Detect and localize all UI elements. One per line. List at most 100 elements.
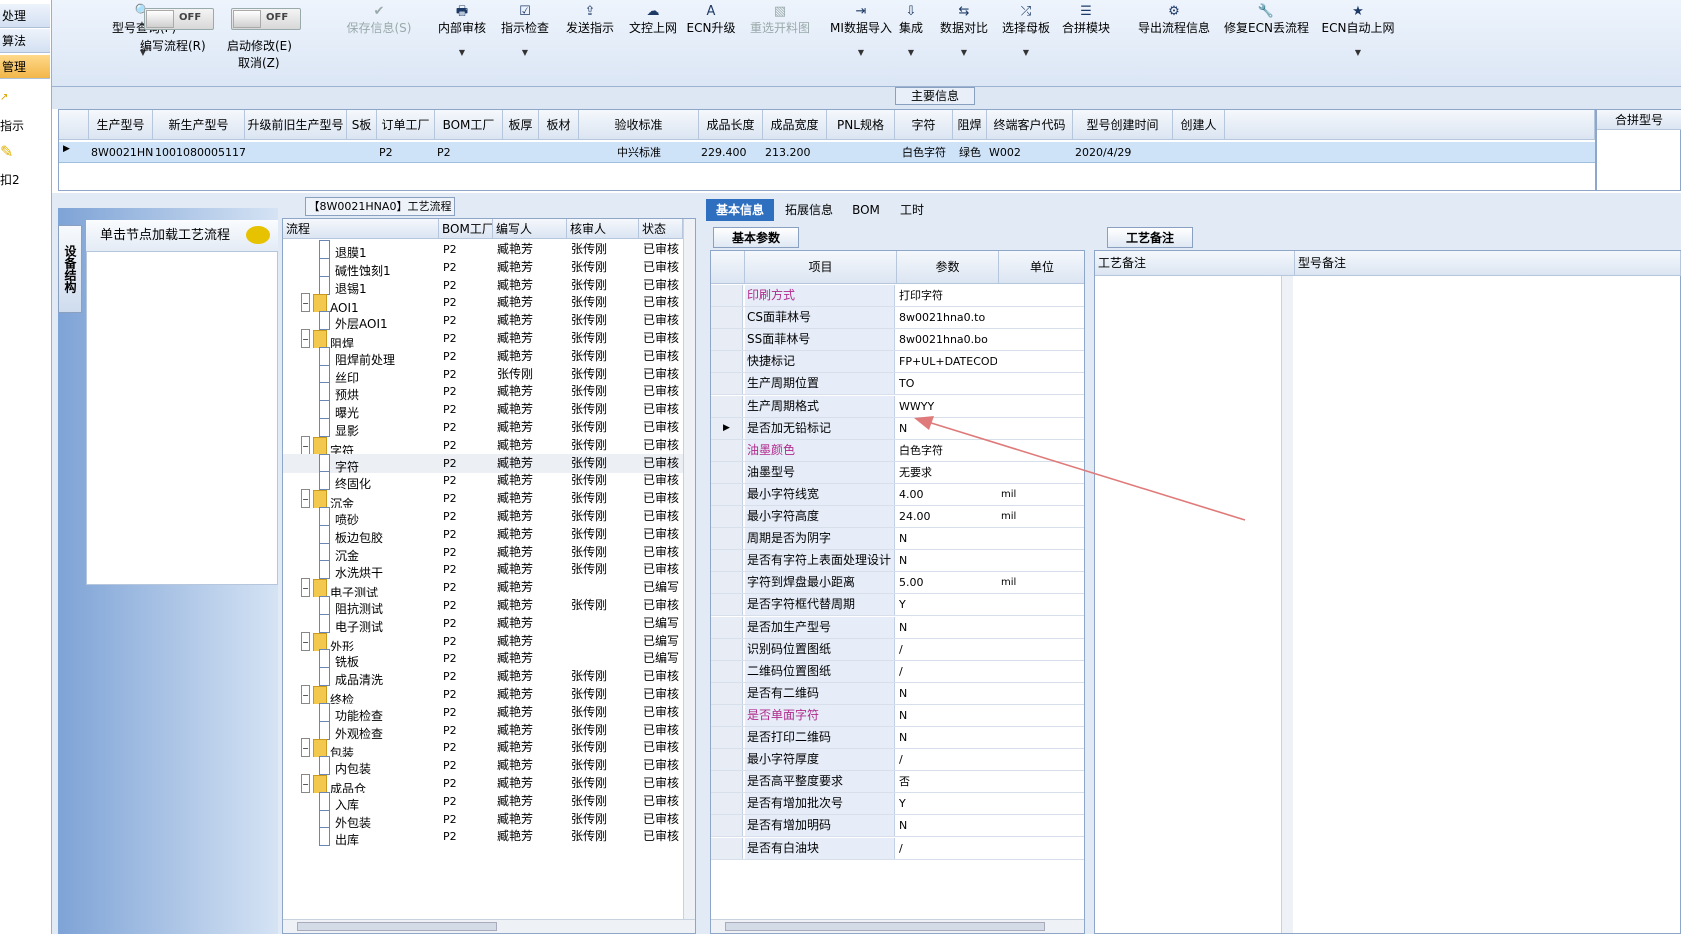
scroll-thumb[interactable] bbox=[297, 922, 497, 931]
flow-node-name[interactable]: 入库 bbox=[319, 791, 439, 811]
flow-row[interactable]: 外观检查 P2 臧艳芳 张传刚 已审核 bbox=[283, 720, 683, 740]
start-modify-label[interactable]: 启动修改(E) bbox=[227, 37, 292, 54]
param-value[interactable]: N bbox=[897, 705, 997, 726]
param-value[interactable]: / bbox=[897, 749, 997, 770]
main-cell[interactable]: 10010800051170 bbox=[153, 142, 245, 163]
flow-node-name[interactable]: 铣板 bbox=[319, 649, 439, 669]
params-scrollbar-h[interactable] bbox=[711, 919, 1084, 933]
main-cell[interactable] bbox=[347, 142, 377, 163]
param-row[interactable]: 是否单面字符 N bbox=[711, 704, 1084, 727]
param-value[interactable]: FP+UL+DATECODE bbox=[897, 351, 997, 372]
subtab-process-notes[interactable]: 工艺备注 bbox=[1107, 227, 1193, 248]
flow-node-name[interactable]: 沉金 bbox=[319, 542, 439, 562]
param-row[interactable]: 印刷方式 打印字符 bbox=[711, 285, 1084, 307]
collapse-icon[interactable]: − bbox=[301, 578, 310, 598]
flow-row[interactable]: 出库 P2 臧艳芳 张传刚 已审核 bbox=[283, 827, 683, 847]
flow-col-header[interactable]: 核审人 bbox=[567, 219, 639, 239]
flow-row[interactable]: 碱性蚀刻1 P2 臧艳芳 张传刚 已审核 bbox=[283, 257, 683, 277]
flow-row[interactable]: 功能检查 P2 臧艳芳 张传刚 已审核 bbox=[283, 702, 683, 722]
flow-row[interactable]: − 终检 P2 臧艳芳 张传刚 已审核 bbox=[283, 685, 683, 704]
main-cell[interactable]: 213.200 bbox=[763, 142, 827, 163]
main-cell[interactable]: 白色字符 bbox=[895, 142, 953, 163]
ecn-upgrade-button[interactable]: A ECN升级 bbox=[684, 4, 738, 36]
flow-row[interactable]: − AOI1 P2 臧艳芳 张传刚 已审核 bbox=[283, 293, 683, 313]
flow-row[interactable]: 曝光 P2 臧艳芳 张传刚 已审核 bbox=[283, 400, 683, 420]
param-value[interactable]: TO bbox=[897, 373, 997, 394]
flow-node-name[interactable]: 丝印 bbox=[319, 364, 439, 384]
flow-row[interactable]: 铣板 P2 臧艳芳 已编写 bbox=[283, 649, 683, 669]
data-compare-button[interactable]: ⇆ 数据对比 ▼ bbox=[934, 4, 994, 57]
main-cell[interactable]: 中兴标准 bbox=[579, 142, 699, 163]
flow-scrollbar-v[interactable] bbox=[683, 219, 695, 919]
flow-node-name[interactable]: 外层AOI1 bbox=[319, 311, 439, 331]
main-cell[interactable] bbox=[1173, 142, 1225, 163]
nav-link-instruction[interactable]: 指示 bbox=[0, 117, 50, 134]
flow-row[interactable]: − 外形 P2 臧艳芳 已编写 bbox=[283, 631, 683, 651]
ecn-auto-online-button[interactable]: ★ ECN自动上网 ▼ bbox=[1320, 4, 1396, 57]
flow-row[interactable]: 退锡1 P2 臧艳芳 张传刚 已审核 bbox=[283, 275, 683, 295]
mi-import-button[interactable]: ⇥ MI数据导入 ▼ bbox=[826, 4, 896, 57]
row-header[interactable] bbox=[711, 439, 743, 461]
flow-row[interactable]: 预烘 P2 臧艳芳 张传刚 已审核 bbox=[283, 382, 683, 402]
flow-row[interactable]: 板边包胶 P2 臧艳芳 张传刚 已审核 bbox=[283, 524, 683, 544]
notes-col-header[interactable]: 工艺备注 bbox=[1095, 251, 1295, 276]
edit-flow-toggle[interactable]: OFF bbox=[144, 8, 214, 30]
flow-row[interactable]: 丝印 P2 张传刚 张传刚 已审核 bbox=[283, 364, 683, 384]
param-row[interactable]: 是否有增加批次号 Y bbox=[711, 793, 1084, 816]
main-col-header[interactable]: 字符 bbox=[895, 110, 953, 140]
nav-link-2[interactable]: 扣2 bbox=[0, 171, 50, 188]
notes-col-header[interactable]: 型号备注 bbox=[1295, 251, 1681, 276]
row-header[interactable] bbox=[711, 528, 743, 550]
param-value[interactable]: Y bbox=[897, 594, 997, 615]
vertical-tab-equipment[interactable]: 设备结构 bbox=[58, 225, 82, 313]
flow-node-name[interactable]: − 终检 bbox=[301, 685, 421, 704]
row-header[interactable] bbox=[711, 373, 743, 395]
reselect-material-button[interactable]: ▧ 重选开料图 bbox=[742, 4, 818, 36]
flow-node-name[interactable]: 显影 bbox=[319, 418, 439, 437]
row-header[interactable] bbox=[711, 616, 743, 638]
main-col-header[interactable]: BOM工厂 bbox=[435, 110, 503, 140]
dropdown-arrow-icon[interactable]: ▼ bbox=[432, 48, 492, 57]
row-header[interactable] bbox=[711, 285, 743, 306]
param-row[interactable]: 是否高平整度要求否 bbox=[711, 771, 1084, 794]
flow-row[interactable]: 退膜1 P2 臧艳芳 张传刚 已审核 bbox=[283, 240, 683, 259]
flow-node-name[interactable]: − 包装 bbox=[301, 738, 421, 758]
param-row[interactable]: CS面菲林号 8w0021hna0.to bbox=[711, 307, 1084, 330]
flow-node-name[interactable]: 功能检查 bbox=[319, 702, 439, 722]
row-header[interactable] bbox=[711, 307, 743, 329]
flow-node-name[interactable]: 预烘 bbox=[319, 382, 439, 402]
dropdown-arrow-icon[interactable]: ▼ bbox=[934, 48, 994, 57]
select-motherboard-button[interactable]: ⤮ 选择母板 ▼ bbox=[996, 4, 1056, 57]
collapse-icon[interactable]: − bbox=[301, 774, 310, 793]
tab-extended-info[interactable]: 拓展信息 bbox=[776, 199, 842, 221]
flow-node-name[interactable]: 曝光 bbox=[319, 400, 439, 420]
row-header[interactable] bbox=[711, 594, 743, 616]
dropdown-arrow-icon[interactable]: ▼ bbox=[890, 48, 932, 57]
flow-node-name[interactable]: − 成品仓 bbox=[301, 774, 421, 793]
row-header[interactable] bbox=[711, 461, 743, 483]
row-header[interactable] bbox=[711, 682, 743, 704]
flow-row[interactable]: 沉金 P2 臧艳芳 张传刚 已审核 bbox=[283, 542, 683, 562]
flow-row[interactable]: 水洗烘干 P2 臧艳芳 张传刚 已审核 bbox=[283, 560, 683, 580]
main-col-header[interactable]: PNL规格 bbox=[827, 110, 895, 140]
param-value[interactable]: / bbox=[897, 661, 997, 682]
row-header[interactable] bbox=[711, 638, 743, 660]
flow-col-header[interactable]: 状态 bbox=[639, 219, 683, 239]
param-value[interactable]: N bbox=[897, 815, 997, 836]
main-col-header[interactable]: 板厚 bbox=[503, 110, 539, 140]
start-modify-toggle[interactable]: OFF bbox=[231, 8, 301, 30]
param-value[interactable]: N bbox=[897, 528, 997, 549]
flow-row[interactable]: 阻焊前处理 P2 臧艳芳 张传刚 已审核 bbox=[283, 346, 683, 366]
param-row[interactable]: 是否有二维码 N bbox=[711, 682, 1084, 705]
param-value[interactable]: 8w0021hna0.bo bbox=[897, 329, 997, 350]
param-row[interactable]: 是否有白油块 / bbox=[711, 837, 1084, 860]
flow-row[interactable]: 入库 P2 臧艳芳 张传刚 已审核 bbox=[283, 791, 683, 811]
param-value[interactable]: Y bbox=[897, 793, 997, 814]
dropdown-arrow-icon[interactable]: ▼ bbox=[826, 48, 896, 57]
flow-node-name[interactable]: 成品清洗 bbox=[319, 667, 439, 687]
param-value[interactable]: 5.00 bbox=[897, 572, 997, 593]
main-col-header[interactable]: 终端客户代码 bbox=[987, 110, 1073, 140]
collapse-icon[interactable]: − bbox=[301, 329, 310, 348]
flow-row[interactable]: 成品清洗 P2 臧艳芳 张传刚 已审核 bbox=[283, 667, 683, 687]
flow-scrollbar-h[interactable] bbox=[283, 919, 695, 933]
